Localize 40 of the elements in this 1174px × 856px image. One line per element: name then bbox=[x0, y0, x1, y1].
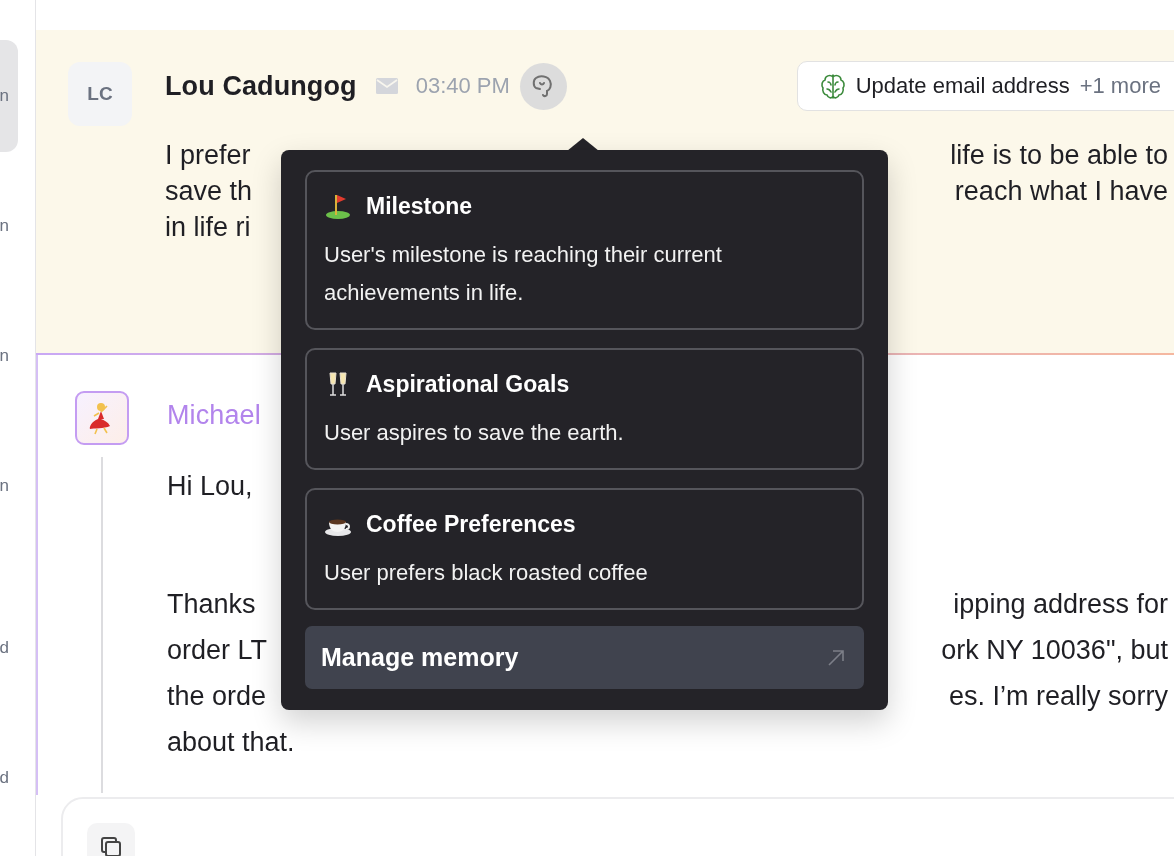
chip-label: Update email address bbox=[855, 73, 1070, 99]
avatar: LC bbox=[68, 62, 132, 126]
flag-icon bbox=[324, 192, 352, 220]
message-text: ork NY 10036", but bbox=[941, 634, 1168, 667]
author-name: Lou Cadungog bbox=[165, 70, 357, 102]
memory-card[interactable]: Coffee Preferences User prefers black roasted coffee bbox=[305, 488, 864, 610]
manage-memory-button[interactable]: Manage memory bbox=[305, 626, 864, 689]
message-text: Hi Lou, bbox=[167, 470, 253, 503]
message-text: in life ri bbox=[165, 211, 251, 244]
sidebar-item[interactable]: d bbox=[0, 722, 18, 834]
card-text: User aspires to save the earth. bbox=[324, 419, 625, 447]
message-text: order LT bbox=[167, 634, 268, 667]
message-text: ipping address for bbox=[953, 588, 1168, 621]
copy-icon bbox=[99, 835, 123, 856]
suggestion-chip[interactable]: Update email address +1 more bbox=[796, 61, 1174, 111]
memory-card[interactable]: Aspirational Goals User aspires to save the earth. bbox=[305, 348, 864, 470]
author-name: Michael bbox=[167, 399, 261, 431]
sidebar-item[interactable]: n bbox=[0, 430, 18, 542]
message-text: about that. bbox=[167, 726, 295, 759]
message-text: life is to be able to bbox=[950, 139, 1168, 172]
sidebar-item[interactable]: d bbox=[0, 592, 18, 704]
sidebar-item[interactable]: n bbox=[0, 300, 18, 412]
external-arrow-icon bbox=[826, 647, 846, 668]
sidebar-item[interactable]: n bbox=[0, 40, 18, 152]
card-text: User's milestone is reaching their current achievements in life. bbox=[324, 241, 723, 307]
sidebar-item[interactable]: n bbox=[0, 170, 18, 282]
card-title: Aspirational Goals bbox=[366, 370, 570, 398]
timestamp: 03:40 PM bbox=[415, 73, 510, 99]
message-text: I prefer bbox=[165, 139, 251, 172]
brain-icon bbox=[819, 72, 846, 100]
message-text: save th bbox=[165, 175, 253, 208]
card-title: Milestone bbox=[366, 192, 473, 220]
chip-count: +1 more bbox=[1079, 73, 1161, 99]
message-text: the orde bbox=[167, 680, 267, 713]
memory-card[interactable]: Milestone User's milestone is reaching their current achievements in life. bbox=[305, 170, 864, 330]
card-text: User prefers black roasted coffee bbox=[324, 559, 649, 587]
message-text: reach what I have bbox=[954, 175, 1168, 208]
message-text: es. I’m really sorry bbox=[948, 680, 1168, 713]
message-text: Thanks bbox=[167, 588, 256, 621]
card-title: Coffee Preferences bbox=[366, 510, 576, 538]
